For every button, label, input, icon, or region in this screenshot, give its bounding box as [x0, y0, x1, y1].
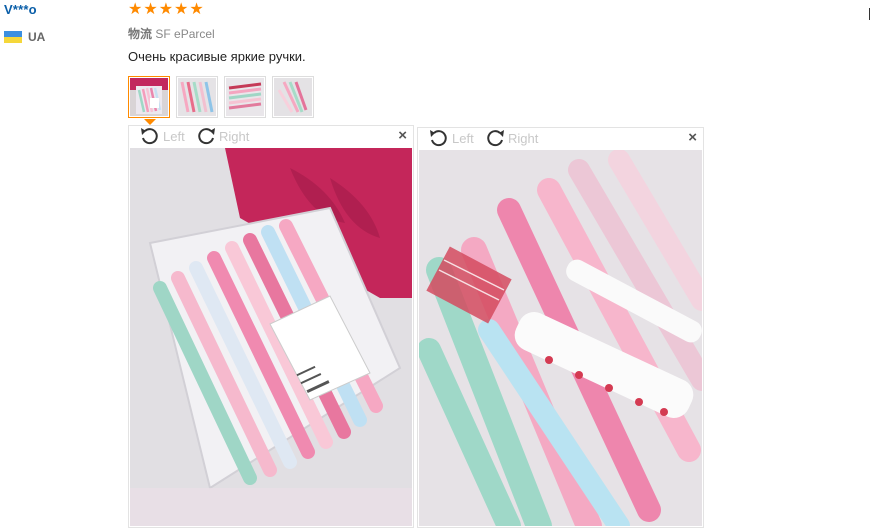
- thumbnail-2[interactable]: [176, 76, 218, 118]
- thumbnail-1[interactable]: [128, 76, 170, 125]
- thumbnail-3[interactable]: [224, 76, 266, 118]
- review-thumbnails: [128, 76, 314, 125]
- review-photo-1: [130, 148, 412, 526]
- reviewer-country: UA: [4, 30, 45, 44]
- rating-stars: ★ ★ ★ ★ ★: [128, 1, 204, 19]
- star-icon: ★: [128, 1, 143, 18]
- thumbnail-image: [226, 78, 264, 116]
- close-icon[interactable]: ×: [688, 130, 697, 146]
- rotate-left-button[interactable]: Left: [428, 128, 474, 148]
- pens-in-box-image: [130, 148, 412, 526]
- star-icon: ★: [158, 1, 174, 18]
- rotate-left-icon: [141, 128, 158, 145]
- country-code: UA: [28, 30, 46, 44]
- thumbnail-image: [178, 78, 216, 116]
- viewer-toolbar: Left Right ×: [418, 128, 703, 148]
- thumbnail-image: [130, 78, 168, 116]
- rotate-right-label: Right: [508, 130, 539, 146]
- rotate-right-button[interactable]: Right: [195, 126, 249, 146]
- star-icon: ★: [174, 1, 189, 18]
- star-icon: ★: [189, 1, 204, 18]
- viewer-toolbar: Left Right ×: [129, 126, 413, 146]
- close-icon[interactable]: ×: [398, 128, 407, 144]
- rotate-left-icon: [430, 130, 447, 147]
- thumbnail-image: [274, 78, 312, 116]
- star-icon: ★: [143, 1, 158, 18]
- reviewer-name[interactable]: V***o: [4, 2, 37, 17]
- pens-closeup-image: [419, 150, 702, 526]
- logistics-info: 物流 SF eParcel: [128, 25, 215, 42]
- rotate-right-icon: [487, 130, 504, 147]
- rotate-right-button[interactable]: Right: [484, 128, 538, 148]
- ukraine-flag-icon: [4, 31, 22, 43]
- rotate-left-label: Left: [163, 128, 185, 144]
- rotate-right-icon: [198, 128, 215, 145]
- carrier-name: SF eParcel: [155, 27, 215, 41]
- image-viewer-2: Left Right ×: [417, 127, 704, 528]
- rotate-left-label: Left: [452, 130, 474, 146]
- logistics-label: 物流: [128, 27, 153, 41]
- review-text: Очень красивые яркие ручки.: [128, 49, 306, 64]
- scroll-edge-mark: [869, 8, 870, 20]
- rotate-right-label: Right: [219, 128, 250, 144]
- image-viewer-1: Left Right ×: [128, 125, 414, 528]
- rotate-left-button[interactable]: Left: [139, 126, 185, 146]
- thumbnail-4[interactable]: [272, 76, 314, 118]
- review-photo-2: [419, 150, 702, 526]
